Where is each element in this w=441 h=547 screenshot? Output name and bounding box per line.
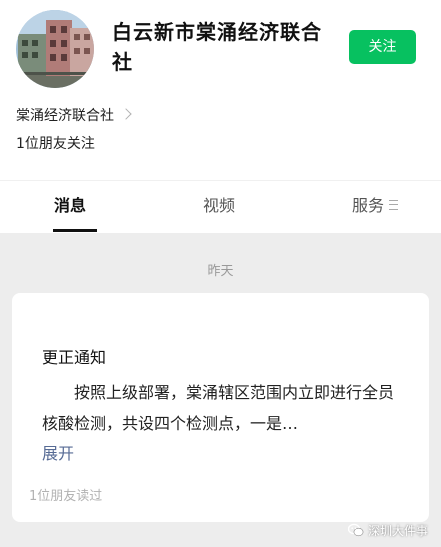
follow-button[interactable]: 关注 [349, 30, 416, 64]
friends-follow-count: 1位朋友关注 [16, 136, 95, 152]
account-header: 白云新市棠涌经济联合社 关注 棠涌经济联合社 1位朋友关注 [0, 0, 441, 180]
entity-link[interactable]: 棠涌经济联合社 [16, 104, 132, 126]
account-name: 白云新市棠涌经济联合社 [112, 20, 322, 74]
message-card[interactable]: 更正通知 按照上级部署，棠涌辖区范围内立即进行全员核酸检测，共设四个检测点，一是… [12, 293, 429, 522]
message-title: 更正通知 [42, 348, 107, 367]
menu-icon [389, 199, 399, 210]
tab-services-label: 服务 [352, 196, 385, 215]
source-watermark: 深圳大件事 [348, 520, 428, 540]
tab-messages[interactable]: 消息 [54, 181, 86, 231]
date-separator: 昨天 [207, 264, 234, 279]
tab-services[interactable]: 服务 [352, 181, 399, 231]
account-avatar[interactable] [16, 10, 94, 88]
friends-read-count: 1位朋友读过 [29, 489, 103, 504]
expand-link[interactable]: 展开 [42, 442, 74, 466]
wechat-icon [348, 523, 364, 537]
watermark-text: 深圳大件事 [368, 523, 429, 538]
entity-name: 棠涌经济联合社 [16, 108, 114, 124]
chevron-right-icon [120, 108, 132, 120]
message-body: 按照上级部署，棠涌辖区范围内立即进行全员核酸检测，共设四个检测点，一是… [42, 383, 395, 433]
tab-bar: 消息 视频 服务 [0, 180, 441, 233]
building-photo-image [16, 10, 94, 88]
active-tab-indicator [53, 229, 97, 232]
tab-videos[interactable]: 视频 [203, 181, 235, 231]
